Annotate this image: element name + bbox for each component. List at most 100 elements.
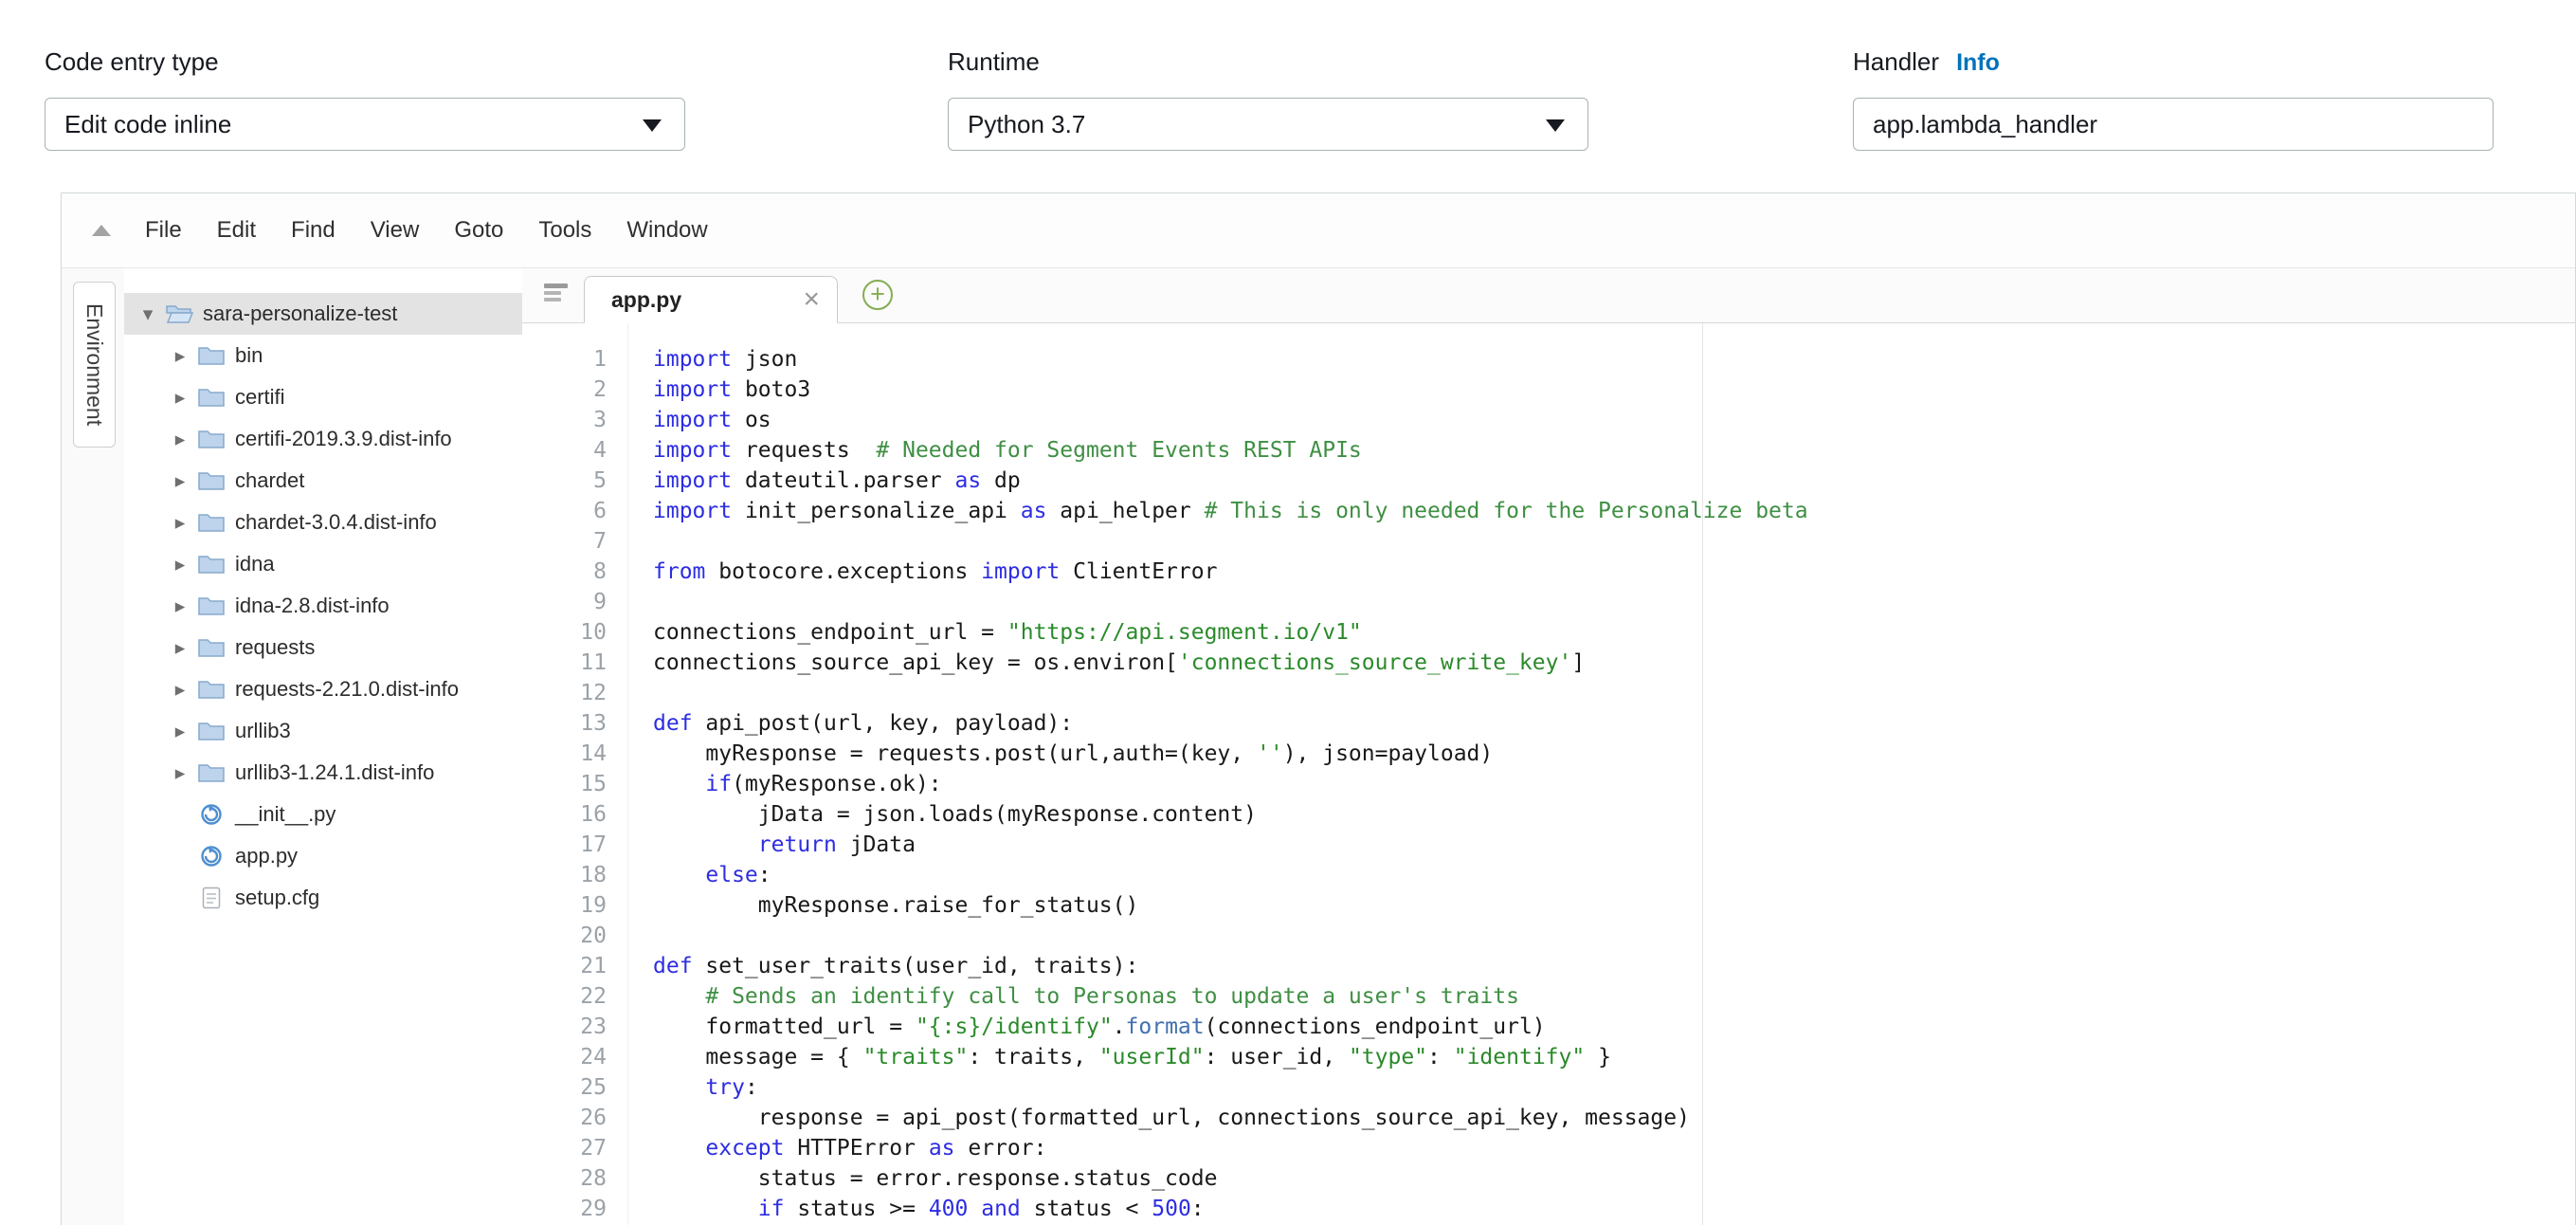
tab-list-icon[interactable] bbox=[543, 282, 569, 308]
expand-arrow-icon[interactable]: ▸ bbox=[166, 720, 194, 743]
tree-item-urllib3[interactable]: ▸urllib3 bbox=[124, 710, 522, 752]
line-number[interactable]: 23 bbox=[522, 1012, 607, 1042]
code-line[interactable]: try: bbox=[653, 1072, 2575, 1103]
code-line[interactable]: import requests # Needed for Segment Eve… bbox=[653, 435, 2575, 466]
tree-item-requests[interactable]: ▸requests bbox=[124, 627, 522, 668]
expand-arrow-icon[interactable]: ▸ bbox=[166, 511, 194, 535]
code-line[interactable]: myResponse.raise_for_status() bbox=[653, 890, 2575, 921]
line-number[interactable]: 28 bbox=[522, 1163, 607, 1194]
tree-item-chardet-3-0-4-dist-info[interactable]: ▸chardet-3.0.4.dist-info bbox=[124, 502, 522, 543]
tree-item-setup-cfg[interactable]: ▸setup.cfg bbox=[124, 877, 522, 919]
line-number[interactable]: 4 bbox=[522, 435, 607, 466]
collapse-arrow-icon[interactable]: ▾ bbox=[134, 302, 162, 326]
line-number[interactable]: 14 bbox=[522, 739, 607, 769]
code-line[interactable] bbox=[653, 526, 2575, 557]
line-number[interactable]: 22 bbox=[522, 981, 607, 1012]
code-line[interactable]: import os bbox=[653, 405, 2575, 435]
line-number[interactable]: 9 bbox=[522, 587, 607, 617]
tree-item-idna[interactable]: ▸idna bbox=[124, 543, 522, 585]
code-lines[interactable]: import jsonimport boto3import osimport r… bbox=[628, 323, 2575, 1225]
code-entry-type-select[interactable]: Edit code inline bbox=[45, 98, 685, 151]
code-line[interactable]: def set_user_traits(user_id, traits): bbox=[653, 951, 2575, 981]
code-line[interactable]: # Sends an identify call to Personas to … bbox=[653, 981, 2575, 1012]
collapse-menu-icon[interactable] bbox=[92, 225, 111, 236]
code-line[interactable]: status = error.response.status_code bbox=[653, 1163, 2575, 1194]
menu-item-tools[interactable]: Tools bbox=[538, 217, 591, 244]
expand-arrow-icon[interactable]: ▸ bbox=[166, 344, 194, 368]
line-number[interactable]: 15 bbox=[522, 769, 607, 799]
tree-item-requests-2-21-0-dist-info[interactable]: ▸requests-2.21.0.dist-info bbox=[124, 668, 522, 710]
tree-item-app-py[interactable]: ▸app.py bbox=[124, 835, 522, 877]
code-line[interactable]: formatted_url = "{:s}/identify".format(c… bbox=[653, 1012, 2575, 1042]
code-line[interactable] bbox=[653, 921, 2575, 951]
tree-item-idna-2-8-dist-info[interactable]: ▸idna-2.8.dist-info bbox=[124, 585, 522, 627]
line-number[interactable]: 25 bbox=[522, 1072, 607, 1103]
menu-item-window[interactable]: Window bbox=[626, 217, 707, 244]
tree-item-sara-personalize-test[interactable]: ▾sara-personalize-test bbox=[124, 293, 522, 335]
environment-tab[interactable]: Environment bbox=[73, 282, 116, 448]
line-number[interactable]: 5 bbox=[522, 466, 607, 496]
handler-info-link[interactable]: Info bbox=[1956, 49, 2000, 77]
expand-arrow-icon[interactable]: ▸ bbox=[166, 553, 194, 576]
tab-app-py[interactable]: app.py × bbox=[584, 276, 838, 323]
menu-item-view[interactable]: View bbox=[371, 217, 420, 244]
tree-item-certifi-2019-3-9-dist-info[interactable]: ▸certifi-2019.3.9.dist-info bbox=[124, 418, 522, 460]
line-number[interactable]: 19 bbox=[522, 890, 607, 921]
line-number[interactable]: 21 bbox=[522, 951, 607, 981]
handler-input[interactable] bbox=[1853, 98, 2494, 151]
code-line[interactable] bbox=[653, 587, 2575, 617]
line-number-gutter[interactable]: 1234567891011121314151617181920212223242… bbox=[522, 323, 628, 1225]
code-line[interactable]: connections_source_api_key = os.environ[… bbox=[653, 648, 2575, 678]
new-tab-button[interactable]: + bbox=[862, 280, 893, 310]
code-line[interactable]: if status >= 400 and status < 500: bbox=[653, 1194, 2575, 1224]
line-number[interactable]: 12 bbox=[522, 678, 607, 708]
line-number[interactable]: 3 bbox=[522, 405, 607, 435]
code-line[interactable]: else: bbox=[653, 860, 2575, 890]
expand-arrow-icon[interactable]: ▸ bbox=[166, 636, 194, 660]
menu-item-goto[interactable]: Goto bbox=[454, 217, 503, 244]
menu-item-file[interactable]: File bbox=[145, 217, 182, 244]
runtime-select[interactable]: Python 3.7 bbox=[948, 98, 1588, 151]
code-line[interactable]: return jData bbox=[653, 830, 2575, 860]
tree-item-urllib3-1-24-1-dist-info[interactable]: ▸urllib3-1.24.1.dist-info bbox=[124, 752, 522, 794]
line-number[interactable]: 8 bbox=[522, 557, 607, 587]
menu-item-find[interactable]: Find bbox=[291, 217, 336, 244]
line-number[interactable]: 7 bbox=[522, 526, 607, 557]
code-line[interactable]: def api_post(url, key, payload): bbox=[653, 708, 2575, 739]
code-line[interactable]: response = api_post(formatted_url, conne… bbox=[653, 1103, 2575, 1133]
code-line[interactable] bbox=[653, 678, 2575, 708]
code-line[interactable]: import json bbox=[653, 344, 2575, 375]
menu-item-edit[interactable]: Edit bbox=[217, 217, 256, 244]
line-number[interactable]: 10 bbox=[522, 617, 607, 648]
line-number[interactable]: 27 bbox=[522, 1133, 607, 1163]
tree-item--init-py[interactable]: ▸__init__.py bbox=[124, 794, 522, 835]
line-number[interactable]: 6 bbox=[522, 496, 607, 526]
close-icon[interactable]: × bbox=[803, 285, 820, 314]
code-line[interactable]: from botocore.exceptions import ClientEr… bbox=[653, 557, 2575, 587]
line-number[interactable]: 13 bbox=[522, 708, 607, 739]
line-number[interactable]: 1 bbox=[522, 344, 607, 375]
line-number[interactable]: 26 bbox=[522, 1103, 607, 1133]
tree-item-bin[interactable]: ▸bin bbox=[124, 335, 522, 376]
expand-arrow-icon[interactable]: ▸ bbox=[166, 469, 194, 493]
code-line[interactable]: jData = json.loads(myResponse.content) bbox=[653, 799, 2575, 830]
code-line[interactable]: import boto3 bbox=[653, 375, 2575, 405]
expand-arrow-icon[interactable]: ▸ bbox=[166, 428, 194, 451]
code-line[interactable]: except HTTPError as error: bbox=[653, 1133, 2575, 1163]
tree-item-chardet[interactable]: ▸chardet bbox=[124, 460, 522, 502]
expand-arrow-icon[interactable]: ▸ bbox=[166, 386, 194, 410]
line-number[interactable]: 2 bbox=[522, 375, 607, 405]
line-number[interactable]: 24 bbox=[522, 1042, 607, 1072]
line-number[interactable]: 18 bbox=[522, 860, 607, 890]
expand-arrow-icon[interactable]: ▸ bbox=[166, 678, 194, 702]
line-number[interactable]: 17 bbox=[522, 830, 607, 860]
code-line[interactable]: import init_personalize_api as api_helpe… bbox=[653, 496, 2575, 526]
code-line[interactable]: myResponse = requests.post(url,auth=(key… bbox=[653, 739, 2575, 769]
line-number[interactable]: 16 bbox=[522, 799, 607, 830]
code-line[interactable]: import dateutil.parser as dp bbox=[653, 466, 2575, 496]
code-line[interactable]: if(myResponse.ok): bbox=[653, 769, 2575, 799]
expand-arrow-icon[interactable]: ▸ bbox=[166, 761, 194, 785]
line-number[interactable]: 29 bbox=[522, 1194, 607, 1224]
line-number[interactable]: 20 bbox=[522, 921, 607, 951]
line-number[interactable]: 11 bbox=[522, 648, 607, 678]
